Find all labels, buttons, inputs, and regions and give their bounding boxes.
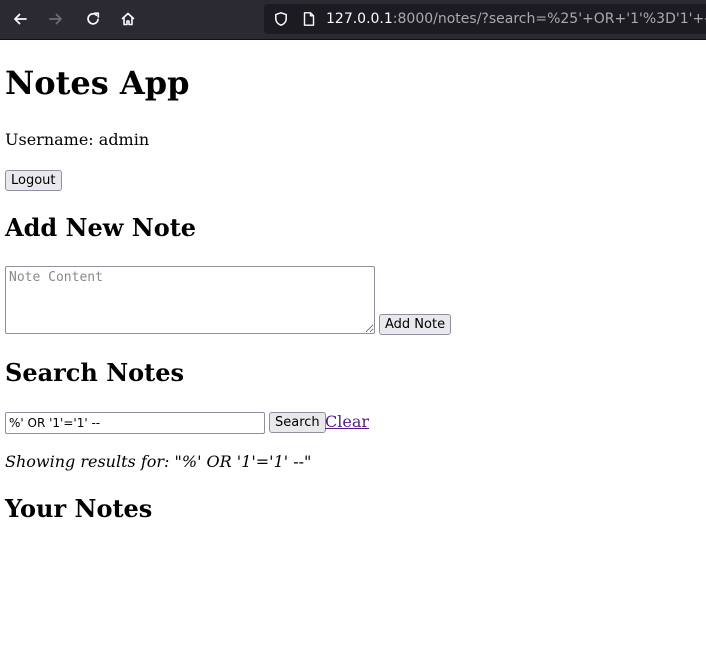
page-title: Notes App (5, 64, 190, 102)
url-text[interactable]: 127.0.0.1:8000/notes/?search=%25'+OR+'1'… (326, 11, 706, 27)
add-note-button[interactable]: Add Note (379, 314, 452, 335)
add-note-heading: Add New Note (5, 213, 197, 242)
forward-button[interactable] (42, 6, 70, 32)
search-results-label: Showing results for: "%' OR '1'='1' --" (5, 452, 312, 471)
username-label: Username: admin (5, 130, 150, 149)
back-arrow-icon (14, 13, 27, 25)
shield-icon[interactable] (273, 11, 289, 27)
page-icon[interactable] (301, 11, 317, 27)
home-icon (121, 12, 135, 26)
clear-link[interactable]: Clear (325, 412, 369, 432)
browser-toolbar: 127.0.0.1:8000/notes/?search=%25'+OR+'1'… (0, 0, 706, 40)
reload-icon (87, 12, 100, 25)
url-host: 127.0.0.1 (326, 11, 393, 27)
address-bar[interactable]: 127.0.0.1:8000/notes/?search=%25'+OR+'1'… (264, 4, 706, 34)
search-notes-heading: Search Notes (5, 358, 185, 387)
search-input[interactable] (5, 412, 265, 434)
back-button[interactable] (6, 6, 34, 32)
note-content-input[interactable] (5, 266, 375, 334)
forward-arrow-icon (49, 13, 62, 25)
your-notes-heading: Your Notes (5, 494, 153, 523)
url-path: :8000/notes/?search=%25'+OR+'1'%3D'1'+-- (392, 11, 706, 27)
home-button[interactable] (114, 6, 142, 32)
logout-button[interactable]: Logout (5, 170, 62, 191)
reload-button[interactable] (79, 6, 107, 32)
search-button[interactable]: Search (269, 412, 326, 433)
